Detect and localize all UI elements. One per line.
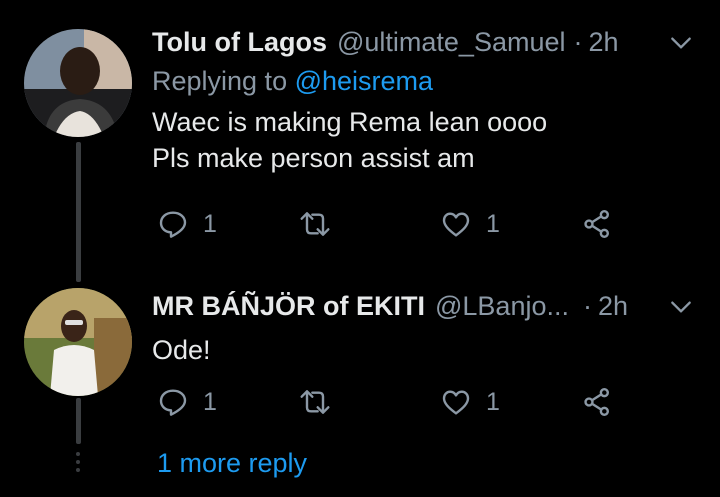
tweet-actions: 1 1	[157, 208, 720, 244]
more-replies-dots	[76, 452, 81, 476]
reply-count: 1	[203, 387, 217, 416]
tweet-header: Tolu of Lagos @ultimate_Samuel · 2h	[152, 24, 720, 60]
chevron-down-icon[interactable]	[668, 30, 694, 56]
replying-to: Replying to @heisrema	[152, 66, 720, 100]
thread-connector	[76, 398, 81, 444]
tweet-text-line: Waec is making Rema lean oooo	[152, 107, 548, 137]
share-icon	[584, 210, 609, 238]
timestamp[interactable]: 2h	[589, 27, 619, 58]
tweet[interactable]: Tolu of Lagos @ultimate_Samuel · 2h Repl…	[152, 24, 720, 176]
chevron-down-icon[interactable]	[668, 294, 694, 320]
retweet-button[interactable]	[299, 208, 345, 240]
reply-button[interactable]: 1	[157, 386, 217, 418]
retweet-icon	[300, 390, 330, 414]
like-count: 1	[486, 209, 500, 238]
share-icon	[584, 388, 609, 416]
tweet-text: Waec is making Rema lean oooo Pls make p…	[152, 104, 720, 176]
reply-icon	[159, 389, 187, 416]
reply-button[interactable]: 1	[157, 208, 217, 240]
like-icon	[442, 212, 470, 237]
share-button[interactable]	[581, 208, 613, 240]
tweet-actions: 1 1	[157, 386, 720, 422]
like-count: 1	[486, 387, 500, 416]
reply-count: 1	[203, 209, 217, 238]
like-button[interactable]: 1	[440, 208, 500, 240]
thread-connector	[76, 142, 81, 282]
avatar[interactable]	[24, 288, 132, 396]
like-button[interactable]: 1	[440, 386, 500, 418]
avatar-image-tolu	[24, 29, 132, 137]
display-name[interactable]: MR BÁÑJÖR of EKITI	[152, 291, 425, 322]
user-handle[interactable]: @ultimate_Samuel	[337, 27, 566, 58]
avatar[interactable]	[24, 29, 132, 137]
separator-dot: ·	[583, 290, 592, 321]
mention-link[interactable]: @heisrema	[295, 66, 433, 96]
tweet[interactable]: MR BÁÑJÖR of EKITI @LBanjo... · 2h Ode!	[152, 288, 720, 368]
display-name[interactable]: Tolu of Lagos	[152, 27, 327, 58]
retweet-icon	[300, 212, 330, 236]
replying-to-prefix: Replying to	[152, 66, 295, 96]
separator-dot: ·	[573, 26, 583, 57]
tweet-text-line: Ode!	[152, 335, 211, 365]
avatar-image-banjo	[24, 288, 132, 396]
share-button[interactable]	[581, 386, 613, 418]
retweet-button[interactable]	[299, 386, 345, 418]
show-more-replies-link[interactable]: 1 more reply	[157, 448, 307, 479]
tweet-text-line: Pls make person assist am	[152, 143, 475, 173]
timestamp[interactable]: 2h	[598, 291, 628, 322]
like-icon	[442, 390, 470, 415]
tweet-header: MR BÁÑJÖR of EKITI @LBanjo... · 2h	[152, 288, 720, 324]
tweet-text: Ode!	[152, 332, 720, 368]
user-handle[interactable]: @LBanjo...	[435, 291, 569, 322]
conversation-thread: Tolu of Lagos @ultimate_Samuel · 2h Repl…	[0, 0, 720, 497]
reply-icon	[159, 211, 187, 238]
